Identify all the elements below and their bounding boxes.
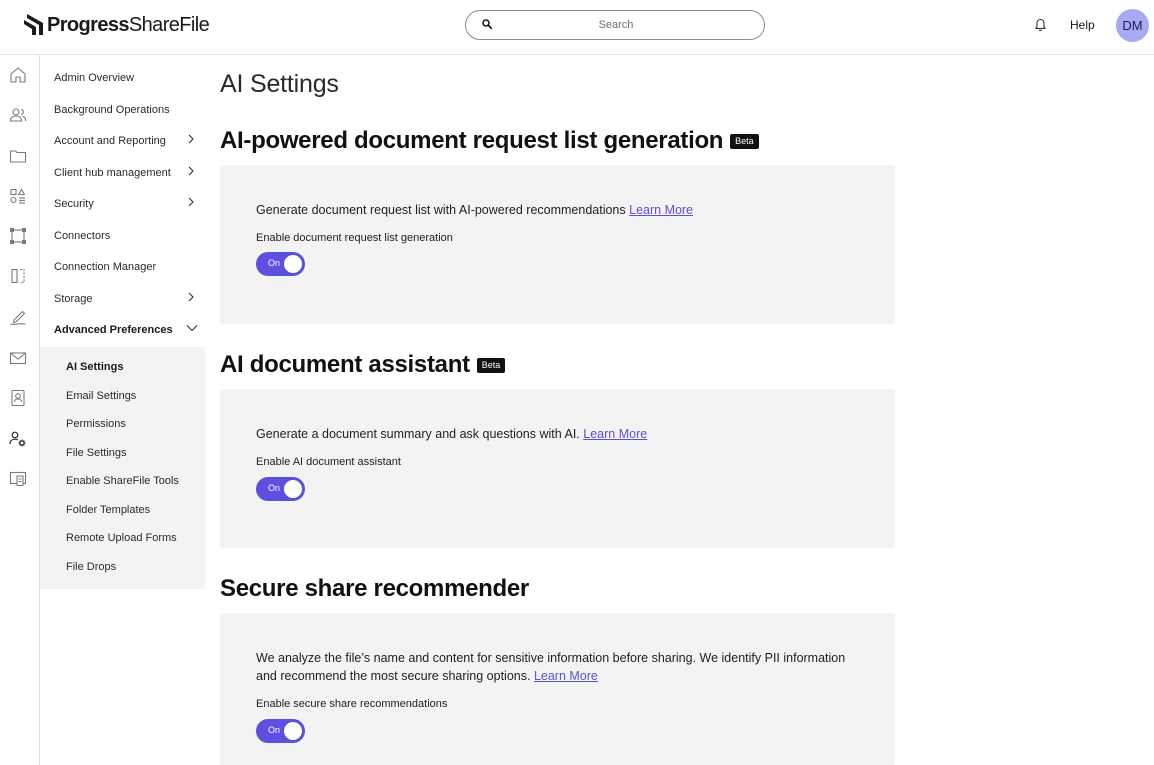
submenu-item-file-drops[interactable]: File Drops (66, 561, 116, 573)
chevron-right-icon[interactable] (187, 292, 195, 302)
section-title-doc-request-list: AI-powered document request list generat… (220, 127, 759, 155)
rail-users[interactable] (9, 106, 27, 124)
sidebar-item-connection-manager[interactable]: Connection Manager (54, 261, 156, 273)
section-description: We analyze the file’s name and content f… (256, 649, 866, 685)
apps-icon (10, 188, 26, 204)
top-header: ProgressShareFile Help DM (0, 0, 1154, 55)
home-icon (10, 67, 26, 83)
settings-card-ai-document-assistant: Generate a document summary and ask ques… (220, 389, 895, 548)
doc-request-list-toggle[interactable]: On (256, 252, 305, 276)
help-link[interactable]: Help (1070, 18, 1095, 32)
section-title-text: AI document assistant (220, 351, 470, 378)
chevron-right-icon[interactable] (187, 134, 195, 144)
admin-settings-icon (9, 431, 26, 447)
toggle-label: Enable document request list generation (256, 232, 453, 244)
section-title-text: AI-powered document request list generat… (220, 127, 724, 154)
section-title-text: Secure share recommender (220, 575, 529, 602)
rail-mail[interactable] (9, 349, 27, 367)
submenu-item-remote-upload-forms[interactable]: Remote Upload Forms (66, 532, 177, 544)
toggle-label: Enable AI document assistant (256, 456, 401, 468)
progress-logo-icon (24, 14, 43, 35)
sidebar-item-security[interactable]: Security (54, 198, 94, 210)
settings-card-secure-share-recommender: We analyze the file’s name and content f… (220, 613, 895, 765)
client-portal-icon (9, 471, 27, 487)
rail-home[interactable] (9, 66, 27, 84)
section-description: Generate document request list with AI-p… (256, 201, 866, 219)
description-text: Generate a document summary and ask ques… (256, 427, 580, 441)
progress-sharefile-logo[interactable]: ProgressShareFile (24, 13, 210, 37)
rail-folders[interactable] (9, 147, 27, 165)
sidebar-item-account-and-reporting[interactable]: Account and Reporting (54, 135, 166, 147)
toggle-knob (284, 255, 302, 273)
folder-icon (9, 150, 27, 163)
section-title-secure-share-recommender: Secure share recommender (220, 575, 529, 603)
bell-icon[interactable] (1034, 18, 1047, 32)
submenu-item-email-settings[interactable]: Email Settings (66, 390, 136, 402)
search-input[interactable] (496, 14, 736, 36)
rail-contacts[interactable] (9, 389, 27, 407)
icon-rail (0, 55, 40, 765)
sidebar-item-background-operations[interactable]: Background Operations (54, 104, 170, 116)
sidebar-item-connectors[interactable]: Connectors (54, 230, 110, 242)
signature-icon (10, 310, 26, 326)
compare-icon (11, 268, 25, 284)
sidebar-item-storage[interactable]: Storage (54, 293, 93, 305)
chevron-right-icon[interactable] (187, 197, 195, 207)
secure-share-recommender-toggle[interactable]: On (256, 719, 305, 743)
rail-signature[interactable] (9, 308, 27, 326)
chevron-down-icon[interactable] (186, 324, 198, 332)
submenu-item-enable-sharefile-tools[interactable]: Enable ShareFile Tools (66, 475, 179, 487)
sidebar-item-admin-overview[interactable]: Admin Overview (54, 72, 134, 84)
learn-more-link[interactable]: Learn More (583, 427, 647, 441)
toggle-state-text: On (268, 725, 281, 735)
learn-more-link[interactable]: Learn More (629, 203, 693, 217)
ai-document-assistant-toggle[interactable]: On (256, 477, 305, 501)
toggle-state-text: On (268, 483, 281, 493)
toggle-label: Enable secure share recommendations (256, 698, 448, 710)
workflows-icon (10, 228, 26, 244)
submenu-item-permissions[interactable]: Permissions (66, 418, 126, 430)
advanced-preferences-submenu: AI Settings Email Settings Permissions F… (40, 347, 205, 589)
toggle-state-text: On (268, 258, 281, 268)
learn-more-link[interactable]: Learn More (534, 669, 598, 683)
section-title-ai-document-assistant: AI document assistant Beta (220, 351, 506, 379)
user-avatar[interactable]: DM (1116, 9, 1149, 42)
sidebar-item-advanced-preferences[interactable]: Advanced Preferences (54, 324, 173, 336)
mail-icon (9, 352, 27, 365)
submenu-item-file-settings[interactable]: File Settings (66, 447, 127, 459)
avatar-initials: DM (1122, 18, 1143, 33)
sidebar-item-client-hub-management[interactable]: Client hub management (54, 167, 171, 179)
submenu-item-ai-settings[interactable]: AI Settings (66, 361, 123, 373)
beta-badge: Beta (476, 357, 506, 373)
users-icon (9, 108, 27, 122)
search-icon (482, 19, 492, 29)
rail-client-portal[interactable] (9, 470, 27, 488)
rail-admin-settings[interactable] (9, 430, 27, 448)
section-description: Generate a document summary and ask ques… (256, 425, 866, 443)
rail-compare[interactable] (9, 267, 27, 285)
rail-apps[interactable] (9, 187, 27, 205)
admin-sidebar: Admin Overview Background Operations Acc… (40, 55, 205, 765)
search-box[interactable] (465, 10, 765, 40)
toggle-knob (284, 480, 302, 498)
description-text: Generate document request list with AI-p… (256, 203, 626, 217)
toggle-knob (284, 722, 302, 740)
rail-workflows[interactable] (9, 227, 27, 245)
beta-badge: Beta (730, 133, 759, 149)
chevron-right-icon[interactable] (187, 166, 195, 176)
settings-card-doc-request-list: Generate document request list with AI-p… (220, 165, 895, 324)
brand-bold: Progress (47, 14, 130, 36)
page-title: AI Settings (220, 70, 339, 98)
contacts-icon (11, 389, 25, 407)
brand-light: ShareFile (128, 14, 210, 36)
submenu-item-folder-templates[interactable]: Folder Templates (66, 504, 150, 516)
brand-name: ProgressShareFile (47, 13, 210, 37)
